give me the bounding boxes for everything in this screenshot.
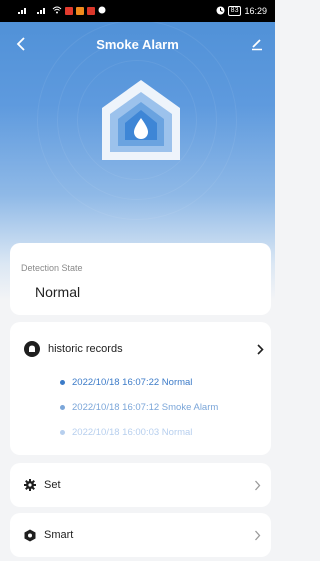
detection-state-card: Detection State Normal [10, 243, 271, 315]
record-text: 2022/10/18 16:00:03 Normal [72, 426, 193, 438]
smart-chevron [254, 513, 261, 557]
pencil-icon [252, 39, 262, 51]
record-text: 2022/10/18 16:07:22 Normal [72, 376, 193, 388]
chevron-right-icon [257, 343, 264, 355]
historic-records-card[interactable]: historic records 2022/10/18 16:07:22 Nor… [10, 322, 271, 455]
page-title: Smoke Alarm [96, 36, 179, 52]
historic-records-arrow[interactable] [256, 339, 264, 359]
detection-state-value: Normal [35, 284, 81, 300]
chevron-left-icon [16, 37, 25, 51]
set-row[interactable]: Set [10, 463, 271, 507]
wifi-icon [52, 6, 62, 16]
top-nav: Smoke Alarm [0, 32, 275, 56]
historic-records-header[interactable]: historic records [24, 339, 264, 359]
historic-records-title: historic records [48, 343, 123, 355]
record-text: 2022/10/18 16:07:12 Smoke Alarm [72, 401, 219, 413]
edit-button[interactable] [245, 32, 269, 56]
smart-label: Smart [44, 529, 74, 541]
smoke-alarm-device-icon [100, 78, 182, 162]
set-label: Set [44, 479, 61, 491]
notification-app-icon [65, 7, 73, 15]
alarm-bell-icon [24, 341, 40, 357]
chevron-right-icon [255, 480, 261, 490]
smart-hexagon-icon [24, 529, 36, 541]
back-button[interactable] [10, 32, 34, 56]
notification-app-icon [87, 7, 95, 15]
record-dot [60, 379, 65, 385]
record-item: 2022/10/18 16:00:03 Normal [60, 425, 192, 439]
alarm-icon [216, 6, 225, 17]
record-dot [60, 404, 65, 410]
chevron-right-icon [255, 530, 261, 540]
signal-icon [37, 6, 49, 16]
smart-row[interactable]: Smart [10, 513, 271, 557]
record-dot [60, 429, 65, 435]
set-chevron [254, 463, 261, 507]
record-item: 2022/10/18 16:07:22 Normal [60, 375, 192, 389]
signal-icon [18, 6, 34, 16]
clock-time: 16:29 [244, 6, 267, 16]
battery-icon: 83 [227, 6, 242, 16]
notification-app-icon [76, 7, 84, 15]
notification-app-icon [98, 6, 106, 16]
record-item: 2022/10/18 16:07:12 Smoke Alarm [60, 400, 218, 414]
detection-state-label: Detection State [21, 263, 83, 273]
gear-icon [24, 479, 36, 491]
status-bar: 83 16:29 [0, 0, 275, 22]
